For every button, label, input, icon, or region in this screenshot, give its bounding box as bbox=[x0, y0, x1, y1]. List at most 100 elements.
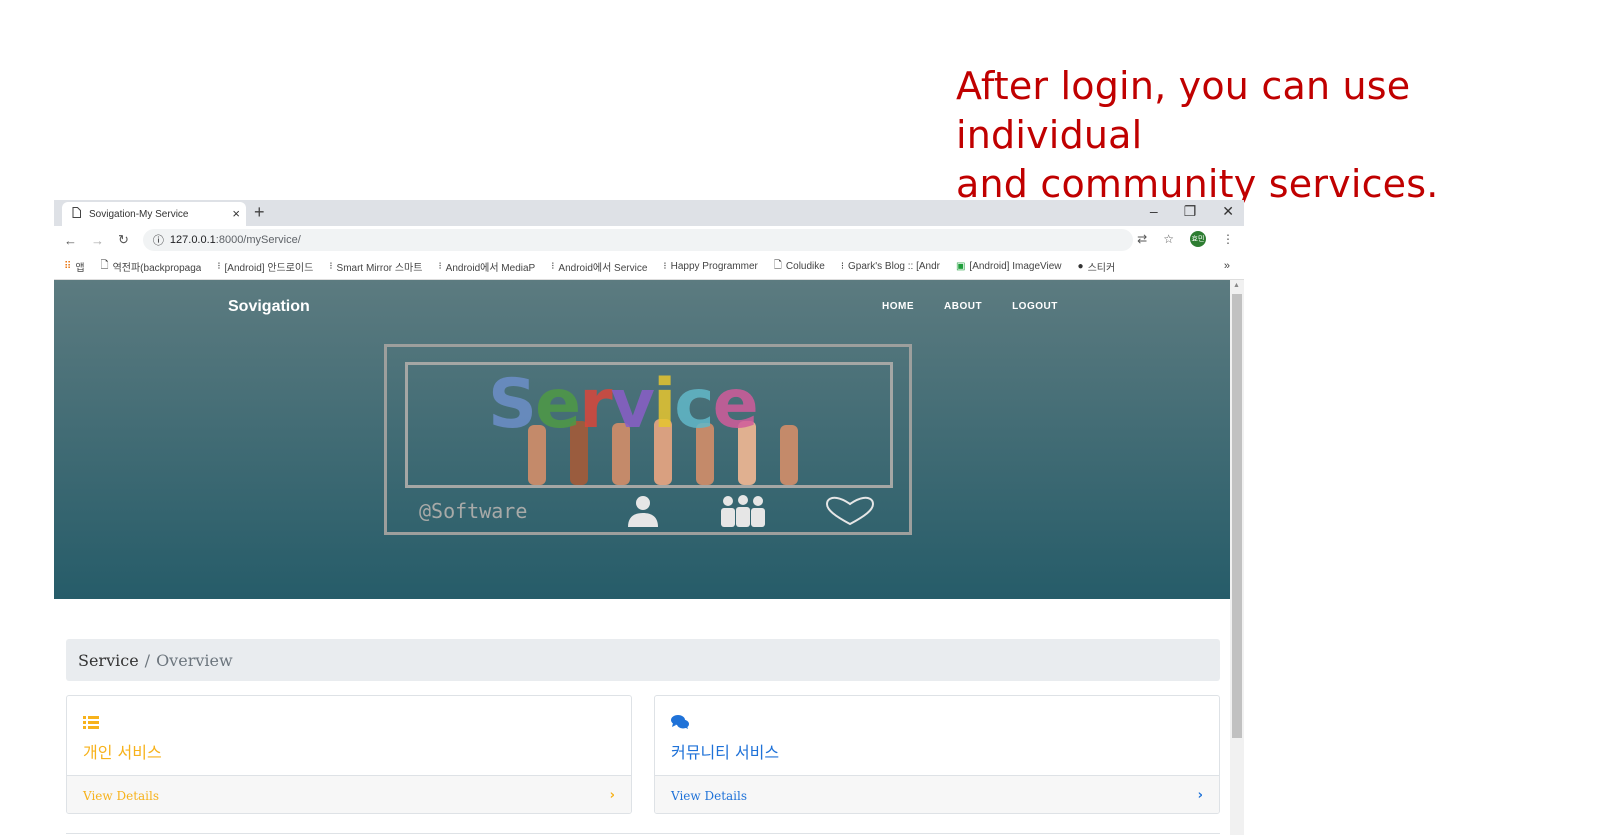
hero-letter: e bbox=[712, 365, 759, 444]
card-body: 커뮤니티 서비스 bbox=[655, 696, 1219, 775]
card-title: 커뮤니티 서비스 bbox=[671, 743, 780, 762]
list-icon bbox=[83, 714, 99, 733]
translate-icon[interactable]: ⇄ bbox=[1137, 232, 1147, 246]
hero-letter: v bbox=[610, 365, 655, 444]
personal-service-card: 개인 서비스 View Details › bbox=[66, 695, 632, 814]
hero-letter: e bbox=[534, 365, 581, 444]
bookmark-item[interactable]: ⁝ Gpark's Blog :: [Andr bbox=[841, 261, 940, 272]
scrollbar-thumb[interactable] bbox=[1232, 294, 1242, 738]
bookmark-item[interactable]: ⁝ Happy Programmer bbox=[663, 261, 757, 272]
breadcrumb-current[interactable]: Service bbox=[78, 651, 139, 670]
bookmark-label: 앱 bbox=[75, 263, 85, 274]
caption-line-1: After login, you can use individual bbox=[956, 64, 1411, 157]
browser-tab[interactable]: Sovigation-My Service × bbox=[62, 202, 246, 226]
comments-icon bbox=[671, 714, 689, 733]
tistory-icon: ⁝ bbox=[217, 261, 221, 272]
bookmark-item[interactable]: ⁝ Smart Mirror 스마트 bbox=[329, 259, 422, 274]
community-service-card: 커뮤니티 서비스 View Details › bbox=[654, 695, 1220, 814]
bookmark-label: Happy Programmer bbox=[670, 261, 758, 272]
apps-grid-icon: ⠿ bbox=[64, 261, 72, 272]
site-nav: HOME ABOUT LOGOUT bbox=[882, 301, 1058, 312]
hero-tagline: @Software bbox=[419, 499, 528, 523]
group-icon bbox=[719, 495, 767, 532]
hero-icons bbox=[625, 495, 875, 532]
site-brand[interactable]: Sovigation bbox=[228, 298, 310, 316]
tistory-icon: ⁝ bbox=[438, 261, 442, 272]
page-viewport: Sovigation HOME ABOUT LOGOUT Service @So… bbox=[54, 280, 1230, 835]
bookmark-item[interactable]: 🗋 역전파(backpropaga bbox=[101, 258, 202, 275]
hero-letter: S bbox=[488, 365, 537, 444]
chevron-right-icon: › bbox=[1197, 788, 1203, 803]
new-tab-button[interactable]: + bbox=[254, 202, 265, 223]
person-icon bbox=[625, 495, 661, 532]
bookmark-star-icon[interactable]: ☆ bbox=[1163, 232, 1174, 246]
url-host: 127.0.0.1 bbox=[169, 234, 216, 246]
bookmark-item[interactable]: ▣ [Android] ImageView bbox=[956, 261, 1062, 272]
bookmark-label: Smart Mirror 스마트 bbox=[336, 263, 423, 274]
nav-about[interactable]: ABOUT bbox=[944, 301, 982, 312]
menu-icon[interactable]: ⋮ bbox=[1222, 232, 1234, 246]
window-controls: – ❐ ✕ bbox=[1150, 203, 1234, 220]
bookmark-item[interactable]: ⁝ [Android] 안드로이드 bbox=[217, 259, 313, 274]
bookmark-item[interactable]: ● 스티커 bbox=[1078, 259, 1116, 274]
page-icon: 🗋 bbox=[773, 260, 782, 271]
bookmark-label: 스티커 bbox=[1087, 263, 1116, 274]
url-path: :8000/myService/ bbox=[215, 234, 301, 246]
nav-logout[interactable]: LOGOUT bbox=[1012, 301, 1058, 312]
hero-image-inner-frame: Service bbox=[405, 362, 893, 488]
hero-letter: c bbox=[674, 365, 714, 444]
hero-header: Sovigation HOME ABOUT LOGOUT Service @So… bbox=[54, 280, 1230, 599]
breadcrumb: Service / Overview bbox=[66, 639, 1220, 681]
profile-avatar[interactable]: 효민 bbox=[1190, 231, 1206, 247]
bookmark-item[interactable]: ⁝ Android에서 Service bbox=[551, 259, 647, 274]
breadcrumb-separator: / bbox=[144, 650, 151, 670]
image-icon: ▣ bbox=[955, 261, 966, 272]
bookmarks-overflow-button[interactable]: » bbox=[1224, 260, 1230, 272]
hero-image: Service @Software bbox=[384, 344, 912, 535]
github-icon: ● bbox=[1077, 261, 1084, 272]
bookmark-label: Coludike bbox=[785, 261, 825, 272]
page-icon: 🗋 bbox=[100, 260, 109, 271]
tistory-icon: ⁝ bbox=[329, 261, 333, 272]
scroll-up-icon[interactable]: ▲ bbox=[1233, 282, 1240, 289]
nav-home[interactable]: HOME bbox=[882, 301, 914, 312]
content-divider bbox=[66, 833, 1220, 834]
bookmark-item[interactable]: 🗋 Coludike bbox=[774, 258, 825, 275]
breadcrumb-section: Overview bbox=[156, 650, 233, 670]
card-title: 개인 서비스 bbox=[83, 743, 162, 762]
bookmark-item[interactable]: ⠿ 앱 bbox=[64, 259, 85, 274]
hero-service-word: Service bbox=[488, 365, 759, 444]
tistory-icon: ⁝ bbox=[663, 261, 667, 272]
community-view-details-link[interactable]: View Details › bbox=[655, 775, 1219, 813]
page-scrollbar[interactable]: ▲ bbox=[1230, 280, 1244, 835]
url-bar[interactable]: ⓘ 127.0.0.1:8000/myService/ bbox=[142, 229, 1133, 251]
bookmark-item[interactable]: ⁝ Android에서 MediaP bbox=[438, 259, 535, 274]
close-tab-icon[interactable]: × bbox=[232, 206, 240, 221]
chevron-right-icon: › bbox=[609, 788, 615, 803]
restore-icon[interactable]: ❐ bbox=[1184, 203, 1197, 220]
bookmark-label: [Android] 안드로이드 bbox=[224, 263, 314, 274]
tab-title: Sovigation-My Service bbox=[89, 208, 189, 220]
back-icon[interactable]: ← bbox=[64, 233, 77, 248]
reload-icon[interactable]: ↻ bbox=[118, 232, 129, 248]
forward-icon[interactable]: → bbox=[91, 233, 104, 248]
close-window-icon[interactable]: ✕ bbox=[1222, 203, 1234, 220]
view-details-label: View Details bbox=[671, 788, 748, 803]
bookmarks-bar: ⠿ 앱 🗋 역전파(backpropaga ⁝ [Android] 안드로이드 ⁝ Smart… bbox=[54, 254, 1244, 280]
tab-bar: Sovigation-My Service × + – ❐ ✕ bbox=[54, 200, 1244, 226]
browser-window: Sovigation-My Service × + – ❐ ✕ ← → ↻ ⓘ … bbox=[54, 200, 1244, 835]
info-icon: ⓘ bbox=[152, 235, 164, 247]
bookmark-label: Gpark's Blog :: [Andr bbox=[848, 261, 940, 272]
annotation-caption: After login, you can use individual and … bbox=[956, 62, 1596, 209]
personal-view-details-link[interactable]: View Details › bbox=[67, 775, 631, 813]
heart-icon bbox=[825, 496, 875, 531]
page-icon bbox=[72, 207, 81, 221]
bookmark-label: 역전파(backpropaga bbox=[112, 263, 202, 274]
tistory-icon: ⁝ bbox=[551, 261, 555, 272]
hero-letter: i bbox=[652, 365, 676, 444]
bookmark-label: Android에서 MediaP bbox=[445, 263, 536, 274]
view-details-label: View Details bbox=[83, 788, 160, 803]
bookmark-label: [Android] ImageView bbox=[969, 261, 1062, 272]
toolbar-actions: ⇄ ☆ 효민 ⋮ bbox=[1137, 231, 1234, 247]
minimize-icon[interactable]: – bbox=[1150, 203, 1158, 220]
